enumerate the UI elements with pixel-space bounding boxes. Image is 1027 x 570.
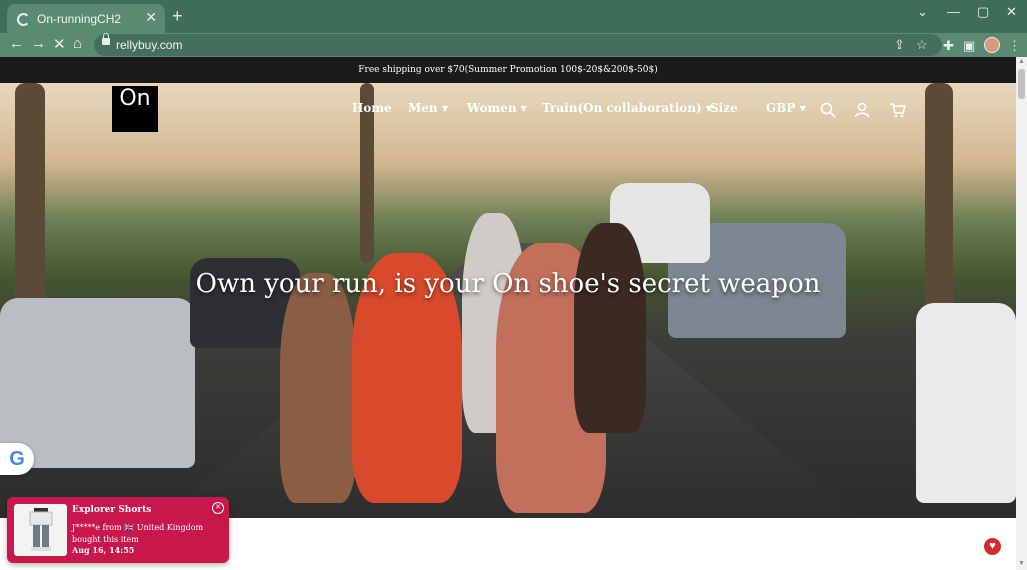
browser-toolbar: ← → ✕ ⌂ rellybuy.com ⇪ ☆ ✚ ▣ ⋮ bbox=[0, 33, 1027, 57]
runner bbox=[574, 223, 646, 433]
purchase-notification[interactable]: Explorer Shorts ✕ J*****e from 🇬🇧 United… bbox=[7, 497, 229, 563]
menu-icon[interactable]: ⋮ bbox=[1008, 38, 1021, 54]
nav-size[interactable]: Size bbox=[710, 101, 738, 115]
page-scrollbar[interactable]: ▲ ▼ bbox=[1016, 57, 1027, 570]
nav-women-label: Women bbox=[467, 101, 517, 115]
chevron-down-icon: ▾ bbox=[520, 101, 527, 115]
toast-time: Aug 16, 14:55 bbox=[72, 545, 135, 555]
car bbox=[916, 303, 1016, 503]
maximize-button[interactable]: ▢ bbox=[977, 4, 989, 20]
logo-text: On bbox=[119, 86, 151, 111]
help-icon[interactable]: ♥ bbox=[984, 538, 1001, 555]
new-tab-button[interactable]: + bbox=[172, 6, 183, 27]
tab-search-icon[interactable]: ⌄ bbox=[917, 4, 928, 20]
back-icon[interactable]: ← bbox=[9, 35, 24, 52]
close-icon[interactable]: ✕ bbox=[212, 502, 224, 514]
url-text[interactable]: rellybuy.com bbox=[116, 38, 182, 52]
share-icon[interactable]: ⇪ bbox=[894, 37, 905, 53]
hero-heading: Own your run, is your On shoe's secret w… bbox=[195, 269, 821, 299]
scroll-up-icon[interactable]: ▲ bbox=[1018, 58, 1025, 65]
star-icon[interactable]: ☆ bbox=[916, 37, 928, 53]
lock-icon[interactable] bbox=[102, 33, 110, 45]
chevron-down-icon: ▾ bbox=[799, 101, 806, 115]
toast-message: J*****e from 🇬🇧 United Kingdom bought th… bbox=[72, 523, 204, 544]
browser-tab-bar: On-runningCH2 ✕ + ⌄ — ▢ ✕ bbox=[0, 0, 1027, 33]
nav-men-label: Men bbox=[408, 101, 438, 115]
nav-home[interactable]: Home bbox=[352, 101, 392, 115]
nav-women[interactable]: Women ▾ bbox=[467, 101, 527, 115]
web-page: Free shipping over $70(Summer Promotion … bbox=[0, 57, 1016, 570]
profile-avatar[interactable] bbox=[984, 37, 1000, 53]
stop-icon[interactable]: ✕ bbox=[53, 35, 66, 53]
car bbox=[0, 298, 195, 468]
runner bbox=[280, 273, 356, 503]
product-thumbnail bbox=[14, 504, 67, 556]
nav-train-label: Train(On collaboration) bbox=[542, 101, 702, 115]
browser-tab[interactable]: On-runningCH2 ✕ bbox=[7, 4, 165, 33]
google-icon[interactable]: G bbox=[0, 443, 34, 475]
nav-men[interactable]: Men ▾ bbox=[408, 101, 448, 115]
currency-label: GBP bbox=[766, 101, 796, 115]
scrollbar-thumb[interactable] bbox=[1018, 69, 1025, 99]
minimize-button[interactable]: — bbox=[947, 4, 960, 19]
address-bar[interactable]: rellybuy.com ⇪ ☆ bbox=[94, 33, 942, 56]
tab-title: On-runningCH2 bbox=[37, 12, 122, 26]
toast-product-name[interactable]: Explorer Shorts bbox=[72, 505, 151, 515]
scroll-down-icon[interactable]: ▼ bbox=[1018, 560, 1025, 567]
site-logo[interactable]: On bbox=[112, 86, 158, 132]
search-icon[interactable] bbox=[820, 102, 836, 118]
account-icon[interactable] bbox=[854, 102, 870, 118]
window-close-button[interactable]: ✕ bbox=[1006, 4, 1017, 20]
hero-banner[interactable]: On Home Men ▾ Women ▾ Train(On collabora… bbox=[0, 83, 1016, 518]
announcement-bar: Free shipping over $70(Summer Promotion … bbox=[0, 57, 1016, 83]
nav-train[interactable]: Train(On collaboration) ▾ bbox=[542, 101, 712, 115]
loading-spinner-icon bbox=[17, 13, 30, 26]
sidepanel-icon[interactable]: ▣ bbox=[963, 38, 975, 54]
currency-selector[interactable]: GBP ▾ bbox=[766, 101, 806, 115]
forward-icon[interactable]: → bbox=[31, 35, 46, 52]
extensions-icon[interactable]: ✚ bbox=[943, 38, 954, 54]
home-icon[interactable]: ⌂ bbox=[73, 35, 82, 52]
cart-icon[interactable] bbox=[889, 102, 906, 118]
tab-close-icon[interactable]: ✕ bbox=[145, 9, 157, 26]
chevron-down-icon: ▾ bbox=[441, 101, 448, 115]
